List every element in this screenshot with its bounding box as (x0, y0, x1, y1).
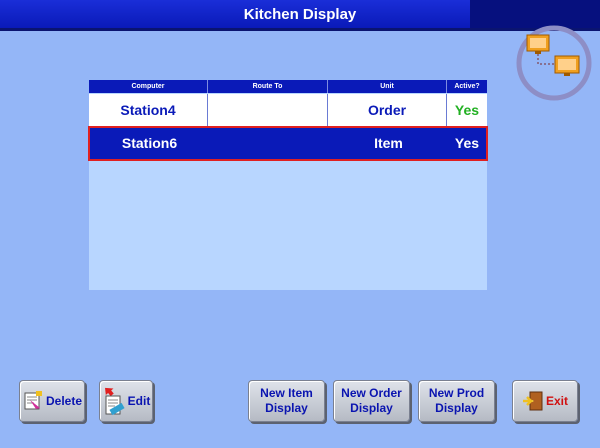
new-prod-label-line1: New Prod (428, 386, 485, 400)
cell-unit: Item (374, 135, 403, 151)
exit-button[interactable]: Exit (512, 380, 578, 422)
exit-label: Exit (545, 394, 568, 408)
new-prod-label-line2: Display (435, 401, 478, 415)
table-header: Computer Route To Unit Active? (89, 80, 487, 93)
network-computers-icon (516, 25, 592, 101)
cell-active: Yes (454, 102, 480, 118)
cell-active: Yes (454, 135, 480, 151)
delete-button[interactable]: Delete (19, 380, 85, 422)
edit-button[interactable]: Edit (99, 380, 153, 422)
new-prod-display-button[interactable]: New Prod Display (418, 380, 495, 422)
new-item-label-line2: Display (265, 401, 308, 415)
cell-computer: Station4 (89, 94, 208, 127)
new-item-label-line1: New Item (260, 386, 313, 400)
new-order-label-line2: Display (350, 401, 393, 415)
title-bar: Kitchen Display (0, 0, 600, 31)
exit-icon (522, 391, 543, 411)
cell-route-to (208, 94, 328, 127)
delete-icon (24, 391, 42, 410)
cell-computer: Station6 (121, 135, 178, 151)
cell-route-to (209, 128, 329, 159)
delete-label: Delete (45, 394, 83, 408)
column-header-unit[interactable]: Unit (328, 80, 447, 93)
new-order-display-button[interactable]: New Order Display (333, 380, 410, 422)
window-title: Kitchen Display (243, 6, 357, 23)
new-order-label-line1: New Order (341, 386, 402, 400)
kitchen-display-table: Computer Route To Unit Active? Station4 … (88, 80, 488, 290)
cell-unit: Order (328, 94, 447, 127)
edit-icon (104, 387, 125, 416)
new-item-display-button[interactable]: New Item Display (248, 380, 325, 422)
column-header-computer[interactable]: Computer (89, 80, 208, 93)
column-header-active[interactable]: Active? (447, 80, 487, 93)
edit-label: Edit (127, 394, 151, 408)
table-row-selected[interactable]: Station6 Item Yes (88, 126, 488, 161)
column-header-route-to[interactable]: Route To (208, 80, 328, 93)
table-row[interactable]: Station4 Order Yes (89, 94, 487, 127)
